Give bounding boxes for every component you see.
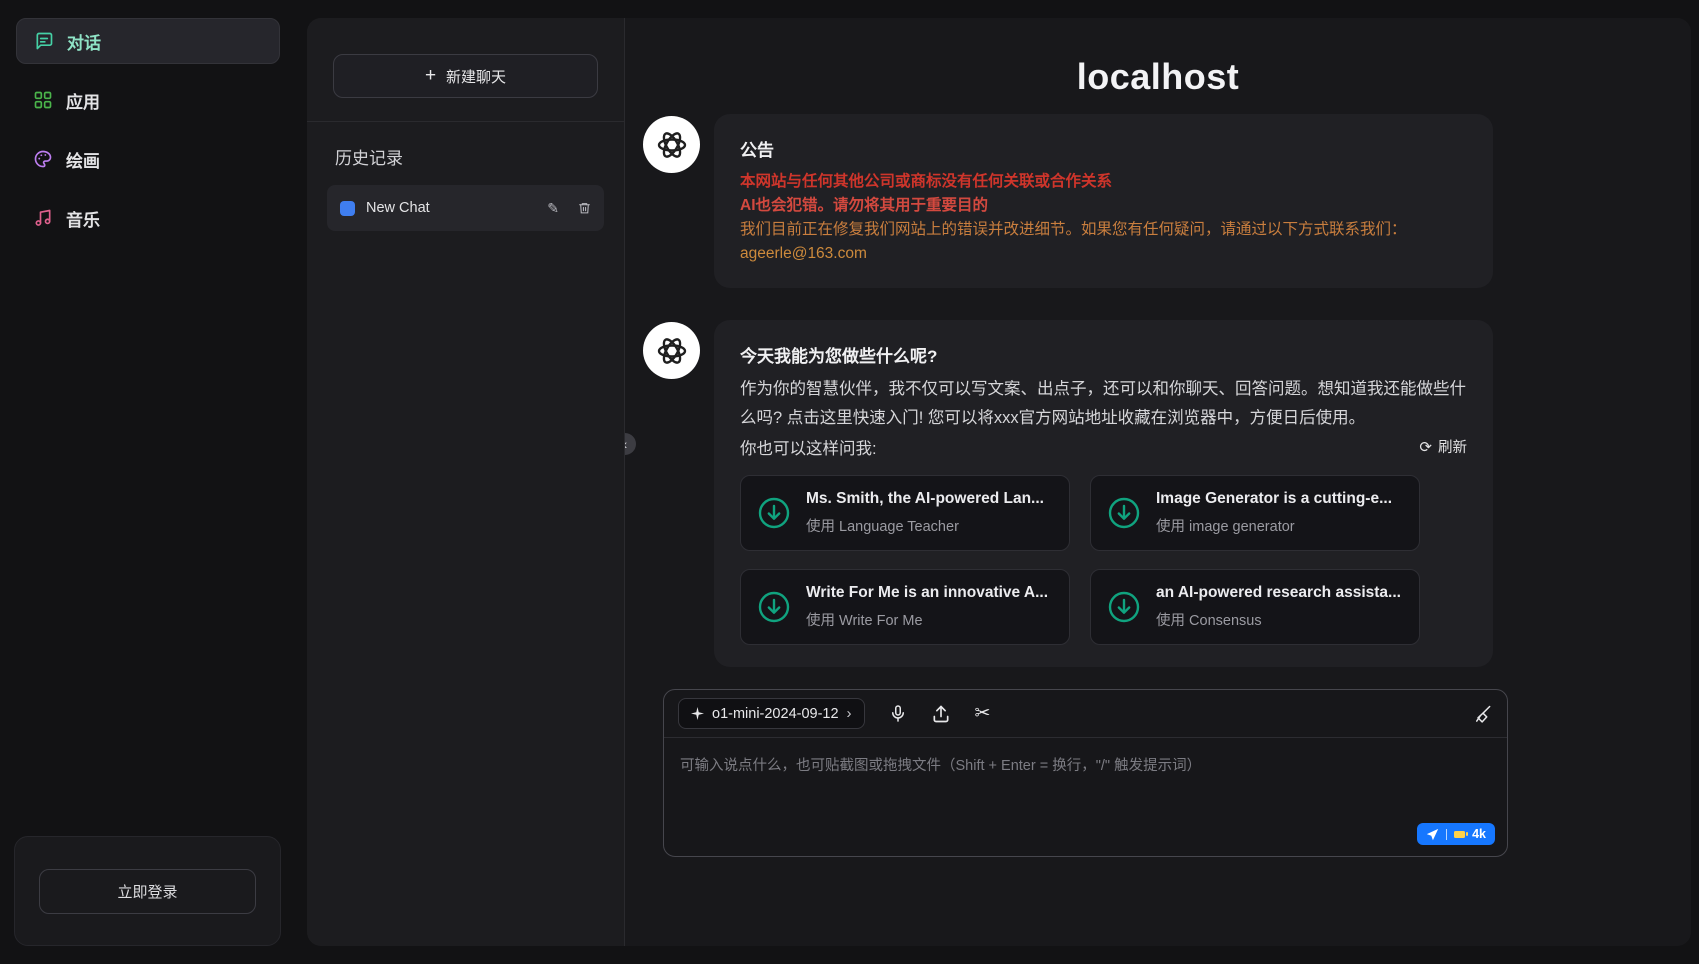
refresh-label: 刷新	[1438, 436, 1467, 457]
delete-icon[interactable]	[578, 201, 591, 215]
chat-color-square	[340, 201, 355, 216]
clear-broom-icon[interactable]	[1473, 704, 1493, 724]
chevron-right-icon: ›	[847, 705, 852, 722]
suggestion-subtitle: 使用 image generator	[1156, 515, 1392, 536]
sidebar-item-paint[interactable]: 绘画	[16, 136, 280, 182]
suggestion-text: an AI-powered research assista... 使用 Con…	[1156, 584, 1401, 630]
main-panel: + 新建聊天 历史记录 New Chat ✎	[307, 18, 1691, 946]
suggestion-card[interactable]: Image Generator is a cutting-e... 使用 ima…	[1090, 475, 1420, 551]
login-panel: 立即登录	[14, 836, 281, 946]
composer-body: 4k	[664, 738, 1507, 856]
circle-arrow-down-icon	[756, 495, 792, 531]
welcome-body: 作为你的智慧伙伴，我不仅可以写文案、出点子，还可以和你聊天、回答问题。想知道我还…	[740, 375, 1467, 433]
microphone-icon[interactable]	[889, 703, 907, 724]
sidebar-item-label: 对话	[67, 29, 101, 54]
paper-plane-icon	[1426, 828, 1439, 841]
palette-icon	[33, 149, 53, 169]
openai-logo-icon	[654, 333, 690, 369]
welcome-bubble: 今天我能为您做些什么呢? 作为你的智慧伙伴，我不仅可以写文案、出点子，还可以和你…	[714, 320, 1493, 667]
sidebar-item-apps[interactable]: 应用	[16, 77, 280, 123]
suggestion-title: Ms. Smith, the AI-powered Lan...	[806, 490, 1044, 508]
suggestion-subtitle: 使用 Write For Me	[806, 609, 1048, 630]
suggestion-text: Write For Me is an innovative A... 使用 Wr…	[806, 584, 1048, 630]
suggestion-text: Image Generator is a cutting-e... 使用 ima…	[1156, 490, 1392, 536]
assistant-avatar	[643, 322, 700, 379]
edit-icon[interactable]: ✎	[547, 200, 559, 217]
suggestion-card[interactable]: an AI-powered research assista... 使用 Con…	[1090, 569, 1420, 645]
announcement-line1: 本网站与任何其他公司或商标没有任何关联或合作关系	[740, 170, 1467, 194]
suggestion-subtitle: 使用 Consensus	[1156, 609, 1401, 630]
badge-divider	[1446, 829, 1447, 840]
refresh-button[interactable]: ⟳ 刷新	[1419, 436, 1467, 457]
model-selector[interactable]: o1-mini-2024-09-12 ›	[678, 698, 865, 729]
messages-area: 公告 本网站与任何其他公司或商标没有任何关联或合作关系 AI也会犯错。请勿将其用…	[625, 106, 1691, 683]
sidebar-item-label: 应用	[66, 88, 100, 113]
circle-arrow-down-icon	[1106, 589, 1142, 625]
sparkle-icon	[691, 707, 704, 720]
plus-icon: +	[425, 65, 436, 87]
suggestion-title: Image Generator is a cutting-e...	[1156, 490, 1392, 508]
login-button[interactable]: 立即登录	[39, 869, 256, 914]
token-count: 4k	[1472, 827, 1486, 841]
apps-grid-icon	[33, 90, 53, 110]
announcement-line3: 我们目前正在修复我们网站上的错误并改进细节。如果您有任何疑问，请通过以下方式联系…	[740, 218, 1467, 242]
announcement-bubble: 公告 本网站与任何其他公司或商标没有任何关联或合作关系 AI也会犯错。请勿将其用…	[714, 114, 1493, 288]
hint-row: 你也可以这样问我: ⟳ 刷新	[740, 435, 1467, 459]
page-title: localhost	[1077, 56, 1240, 97]
chat-title-bar: localhost	[625, 18, 1691, 106]
refresh-icon: ⟳	[1419, 438, 1432, 456]
chat-history-item[interactable]: New Chat ✎	[327, 185, 604, 231]
suggestion-title: Write For Me is an innovative A...	[806, 584, 1048, 602]
circle-arrow-down-icon	[756, 589, 792, 625]
suggestions-grid: Ms. Smith, the AI-powered Lan... 使用 Lang…	[740, 475, 1467, 645]
composer: o1-mini-2024-09-12 › ✂	[663, 689, 1508, 857]
composer-toolbar: o1-mini-2024-09-12 › ✂	[664, 690, 1507, 738]
upload-icon[interactable]	[931, 704, 951, 724]
sidebar-item-label: 音乐	[66, 206, 100, 231]
suggestion-text: Ms. Smith, the AI-powered Lan... 使用 Lang…	[806, 490, 1044, 536]
model-name: o1-mini-2024-09-12	[712, 706, 839, 722]
suggestion-title: an AI-powered research assista...	[1156, 584, 1401, 602]
scissors-icon[interactable]: ✂	[975, 702, 991, 725]
history-heading: 历史记录	[335, 144, 604, 169]
contact-email-link[interactable]: ageerle@163.com	[740, 242, 867, 266]
message-announcement: 公告 本网站与任何其他公司或商标没有任何关联或合作关系 AI也会犯错。请勿将其用…	[643, 114, 1691, 288]
new-chat-label: 新建聊天	[446, 66, 506, 87]
chat-column: ‹ localhost	[625, 18, 1691, 946]
announcement-title: 公告	[740, 136, 1467, 161]
app-root: 对话 应用 绘画	[0, 0, 1699, 964]
circle-arrow-down-icon	[1106, 495, 1142, 531]
message-welcome: 今天我能为您做些什么呢? 作为你的智慧伙伴，我不仅可以写文案、出点子，还可以和你…	[643, 320, 1691, 667]
battery-icon	[1454, 831, 1465, 838]
suggestion-subtitle: 使用 Language Teacher	[806, 515, 1044, 536]
history-top: + 新建聊天	[307, 18, 624, 122]
new-chat-button[interactable]: + 新建聊天	[333, 54, 598, 98]
sidebar-item-chat[interactable]: 对话	[16, 18, 280, 64]
suggestion-card[interactable]: Write For Me is an innovative A... 使用 Wr…	[740, 569, 1070, 645]
chat-item-title: New Chat	[366, 200, 528, 216]
assistant-avatar	[643, 116, 700, 173]
openai-logo-icon	[654, 127, 690, 163]
sidebar-item-music[interactable]: 音乐	[16, 195, 280, 241]
history-column: + 新建聊天 历史记录 New Chat ✎	[307, 18, 625, 946]
sidebar-item-label: 绘画	[66, 147, 100, 172]
welcome-title: 今天我能为您做些什么呢?	[740, 342, 1467, 367]
ask-hint: 你也可以这样问我:	[740, 435, 877, 459]
chat-input[interactable]	[664, 738, 1507, 856]
sidebar: 对话 应用 绘画	[0, 0, 307, 964]
music-note-icon	[33, 208, 53, 228]
announcement-line2: AI也会犯错。请勿将其用于重要目的	[740, 194, 1467, 218]
chat-bubble-icon	[34, 31, 54, 51]
suggestion-card[interactable]: Ms. Smith, the AI-powered Lan... 使用 Lang…	[740, 475, 1070, 551]
history-body: 历史记录 New Chat ✎	[307, 122, 624, 231]
send-token-badge[interactable]: 4k	[1417, 823, 1495, 845]
